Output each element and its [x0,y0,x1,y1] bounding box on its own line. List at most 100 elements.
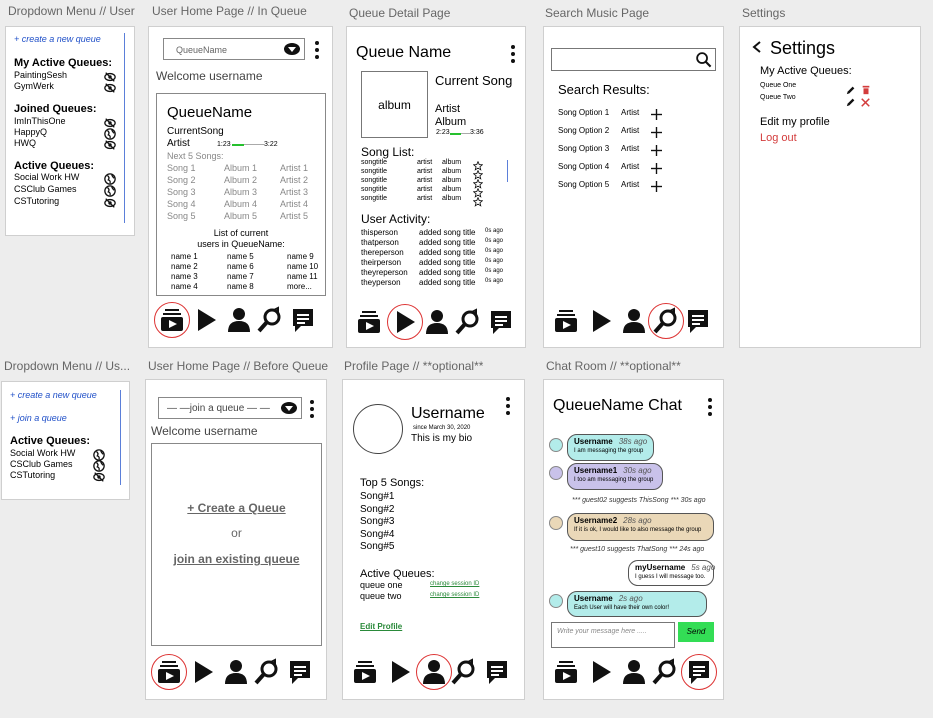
avatar[interactable] [549,466,563,480]
user-name[interactable]: name 3 [171,272,198,281]
queue-list-item[interactable]: GymWerk [14,81,124,93]
queue-icon[interactable] [151,654,187,690]
search-result-row[interactable]: Song Option 3 Artist [558,144,708,156]
song-row[interactable]: songtitle artist album [361,195,491,207]
user-icon[interactable] [224,305,254,335]
kebab-icon[interactable] [310,400,314,418]
user-name[interactable]: name 9 [287,252,314,261]
change-session-link[interactable]: change session ID [430,581,479,587]
plus-icon[interactable] [651,107,662,125]
user-name[interactable]: more... [287,282,312,291]
play-icon[interactable] [188,657,218,687]
song-row[interactable]: Song 1 Album 1 Artist 1 [167,163,322,175]
search-result-row[interactable]: Song Option 1 Artist [558,108,708,120]
create-queue-link[interactable]: + create a new queue [14,34,101,44]
queue-list-item[interactable]: CSTutoring [10,470,120,482]
eye-slash-icon[interactable] [93,470,105,488]
top-song[interactable]: Song#3 [360,516,394,527]
plus-icon[interactable] [651,125,662,143]
x-icon[interactable] [861,94,870,112]
top-song[interactable]: Song#2 [360,504,394,515]
song-row[interactable]: songtitle artist album [361,186,491,198]
top-song[interactable]: Song#1 [360,491,394,502]
chat-username[interactable]: Username [574,594,613,603]
play-icon[interactable] [385,657,415,687]
play-icon[interactable] [191,305,221,335]
scrollbar[interactable] [120,390,121,485]
progress-bar[interactable] [450,133,470,135]
user-name[interactable]: name 11 [287,272,318,281]
song-row[interactable]: songtitle artist album [361,168,491,180]
user-name[interactable]: name 8 [227,282,254,291]
user-name[interactable]: name 10 [287,262,318,271]
chat-icon[interactable] [285,657,315,687]
chat-icon[interactable] [288,305,318,335]
queue-list-item[interactable]: Social Work HW [14,172,124,185]
user-icon[interactable] [221,657,251,687]
queue-select[interactable]: QueueName [163,38,305,60]
star-icon[interactable] [472,194,484,212]
create-queue-button[interactable]: + Create a Queue [152,501,321,515]
chat-username[interactable]: Username2 [574,516,617,525]
chat-username[interactable]: myUsername [635,563,685,572]
user-icon[interactable] [416,654,452,690]
play-icon[interactable] [586,657,616,687]
user-icon[interactable] [422,307,452,337]
pencil-icon[interactable] [846,94,856,112]
edit-profile-button[interactable]: Edit Profile [360,622,402,631]
search-icon[interactable] [449,657,479,687]
play-icon[interactable] [586,306,616,336]
kebab-icon[interactable] [511,45,515,63]
eye-slash-icon[interactable] [104,196,116,214]
song-row[interactable]: Song 4 Album 4 Artist 4 [167,199,322,211]
song-row[interactable]: Song 3 Album 3 Artist 3 [167,187,322,199]
chat-icon[interactable] [486,307,516,337]
user-name[interactable]: name 1 [171,252,198,261]
plus-icon[interactable] [651,143,662,161]
queue-list-item[interactable]: CSClub Games [14,184,124,197]
search-input[interactable] [551,48,716,71]
scrollbar[interactable] [124,33,125,223]
join-queue-select[interactable]: — —join a queue — — [158,397,302,419]
search-icon[interactable] [255,305,285,335]
chat-icon[interactable] [681,654,717,690]
queue-icon[interactable] [551,306,581,336]
change-session-link[interactable]: change session ID [430,592,479,598]
queue-icon[interactable] [354,307,384,337]
kebab-icon[interactable] [506,397,510,415]
search-result-row[interactable]: Song Option 5 Artist [558,180,708,192]
send-button[interactable]: Send [678,622,714,642]
chat-username[interactable]: Username [574,437,613,446]
kebab-icon[interactable] [315,41,319,59]
queue-list-item[interactable]: CSTutoring [14,196,124,208]
play-icon[interactable] [387,304,423,340]
top-song[interactable]: Song#5 [360,541,394,552]
search-icon[interactable] [453,307,483,337]
queue-icon[interactable] [551,657,581,687]
user-name[interactable]: name 4 [171,282,198,291]
queue-list-item[interactable]: HWQ [14,138,124,150]
progress-bar[interactable] [232,144,264,146]
chat-username[interactable]: Username1 [574,466,617,475]
user-name[interactable]: name 5 [227,252,254,261]
song-row[interactable]: Song 5 Album 5 Artist 5 [167,211,322,223]
user-name[interactable]: name 7 [227,272,254,281]
search-icon[interactable] [648,303,684,339]
eye-slash-icon[interactable] [104,138,116,156]
queue-icon[interactable] [154,302,190,338]
search-icon[interactable] [252,657,282,687]
song-row[interactable]: Song 2 Album 2 Artist 2 [167,175,322,187]
plus-icon[interactable] [651,179,662,197]
user-name[interactable]: name 6 [227,262,254,271]
message-input[interactable]: Write your message here ..... [551,622,675,648]
user-icon[interactable] [619,306,649,336]
top-song[interactable]: Song#4 [360,529,394,540]
avatar[interactable] [549,594,563,608]
chat-icon[interactable] [482,657,512,687]
logout-link[interactable]: Log out [760,132,797,144]
avatar[interactable] [549,438,563,452]
search-icon[interactable] [650,657,680,687]
search-icon[interactable] [695,51,712,68]
search-result-row[interactable]: Song Option 2 Artist [558,126,708,138]
create-queue-link[interactable]: + create a new queue [10,390,97,400]
